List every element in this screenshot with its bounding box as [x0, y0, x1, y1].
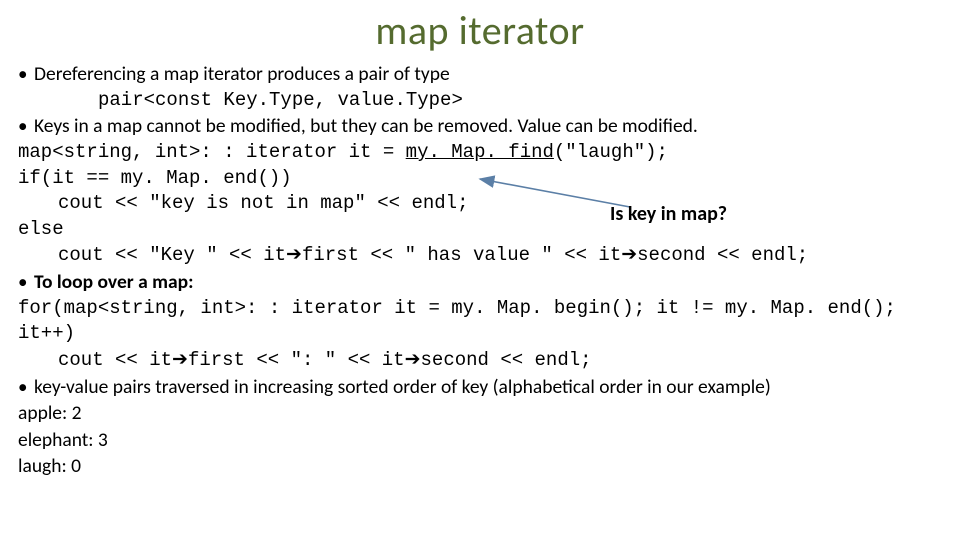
bullet-dot-icon: •: [18, 270, 34, 296]
slide-content: • Dereferencing a map iterator produces …: [18, 61, 942, 479]
bullet-text: Keys in a map cannot be modified, but th…: [34, 113, 942, 139]
code-text: cout << "Key " << it: [58, 244, 286, 266]
arrow-right-icon: ➔: [621, 242, 637, 268]
bullet-item: • To loop over a map:: [18, 269, 942, 296]
code-line: pair<const Key.Type, value.Type>: [18, 88, 942, 114]
output-line: elephant: 3: [18, 427, 942, 453]
code-text: map<string, int>: : iterator it =: [18, 141, 406, 163]
output-line: laugh: 0: [18, 453, 942, 479]
code-text: first << " has value " << it: [302, 244, 621, 266]
code-line: cout << it➔first << ": " << it➔second <<…: [18, 347, 942, 374]
code-line: for(map<string, int>: : iterator it = my…: [18, 296, 942, 347]
bullet-text: To loop over a map:: [34, 269, 942, 295]
code-underline: my. Map. find: [406, 141, 554, 163]
arrow-right-icon: ➔: [286, 242, 302, 268]
bullet-item: • Dereferencing a map iterator produces …: [18, 61, 942, 88]
arrow-right-icon: ➔: [405, 347, 421, 373]
code-line: cout << "key is not in map" << endl;: [18, 191, 942, 217]
code-text: ("laugh");: [554, 141, 668, 163]
code-text: cout << it: [58, 349, 172, 371]
slide: map iterator • Dereferencing a map itera…: [0, 0, 960, 540]
bullet-item: • key-value pairs traversed in increasin…: [18, 374, 942, 401]
bullet-dot-icon: •: [18, 62, 34, 88]
code-text: second << endl;: [637, 244, 808, 266]
code-line: else: [18, 217, 942, 243]
bullet-dot-icon: •: [18, 114, 34, 140]
code-line: map<string, int>: : iterator it = my. Ma…: [18, 140, 942, 166]
code-line: if(it == my. Map. end()): [18, 166, 942, 192]
arrow-right-icon: ➔: [172, 347, 188, 373]
output-line: apple: 2: [18, 400, 942, 426]
annotation-label: Is key in map?: [610, 202, 760, 226]
code-text: second << endl;: [421, 349, 592, 371]
code-text: first << ": " << it: [188, 349, 405, 371]
slide-title: map iterator: [18, 6, 942, 55]
bullet-text: Dereferencing a map iterator produces a …: [34, 61, 942, 87]
bullet-dot-icon: •: [18, 375, 34, 401]
bullet-text: key-value pairs traversed in increasing …: [34, 374, 942, 400]
code-line: cout << "Key " << it➔first << " has valu…: [18, 242, 942, 269]
bullet-item: • Keys in a map cannot be modified, but …: [18, 113, 942, 140]
